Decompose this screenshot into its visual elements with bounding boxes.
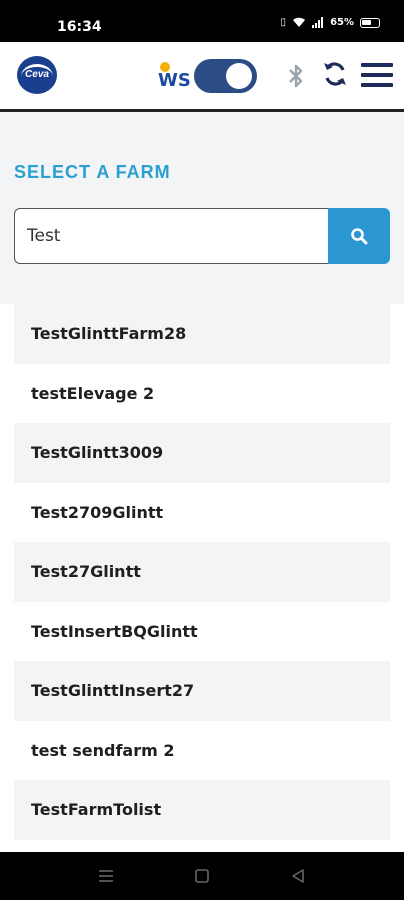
search-input[interactable] (14, 208, 328, 264)
app-screen: Ceva WS SELECT A FARM Test TestGlinttFar… (0, 42, 404, 852)
recent-apps-icon[interactable] (96, 866, 116, 886)
farm-list-item[interactable]: TestGlintt3009 (14, 423, 390, 483)
status-icons: ▯ 65% (281, 17, 380, 28)
menu-line (361, 63, 393, 67)
farm-list-item[interactable]: Test27Glintt (14, 542, 390, 602)
farm-list-item[interactable]: test sendfarm 2 (14, 720, 390, 780)
page-title: SELECT A FARM (14, 162, 171, 182)
signal-icon (312, 17, 324, 28)
hamburger-menu-icon[interactable] (361, 61, 393, 89)
menu-line (361, 83, 393, 87)
app-header: Ceva WS (0, 42, 404, 112)
wifi-icon (293, 17, 306, 27)
android-nav-bar (0, 852, 404, 900)
farm-list-item[interactable]: TestGlinttFarm28 (14, 304, 390, 364)
sync-icon[interactable] (322, 59, 348, 89)
ceva-logo[interactable]: Ceva (17, 56, 57, 94)
toggle-knob (226, 63, 252, 89)
search-button[interactable] (328, 208, 390, 264)
menu-line (361, 73, 393, 77)
back-icon[interactable] (288, 866, 308, 886)
vibrate-icon: ▯ (280, 17, 287, 28)
farm-list-item[interactable]: TestInsertBQGlintt (14, 601, 390, 661)
status-bar: 16:34 ▯ 65% (0, 0, 404, 42)
farm-list: TestGlinttFarm28 testElevage 2 TestGlint… (14, 304, 390, 840)
farm-list-item[interactable]: Test2709Glintt (14, 482, 390, 542)
farm-list-item[interactable]: TestGlinttInsert27 (14, 661, 390, 721)
ws-logo: WS (158, 62, 194, 92)
battery-icon (360, 17, 380, 28)
logo-text: Ceva (25, 69, 49, 80)
status-time: 16:34 (57, 19, 102, 35)
farm-list-container: TestGlinttFarm28 testElevage 2 TestGlint… (0, 304, 404, 852)
farm-search (14, 208, 390, 264)
search-icon (351, 228, 368, 245)
farm-list-item[interactable]: TestFarmTolist (14, 780, 390, 840)
ws-label: WS (158, 70, 191, 91)
home-icon[interactable] (192, 866, 212, 886)
bluetooth-icon[interactable] (287, 62, 305, 90)
battery-percent: 65% (330, 17, 354, 28)
farm-list-item[interactable]: testElevage 2 (14, 363, 390, 423)
ws-toggle[interactable] (194, 59, 257, 93)
